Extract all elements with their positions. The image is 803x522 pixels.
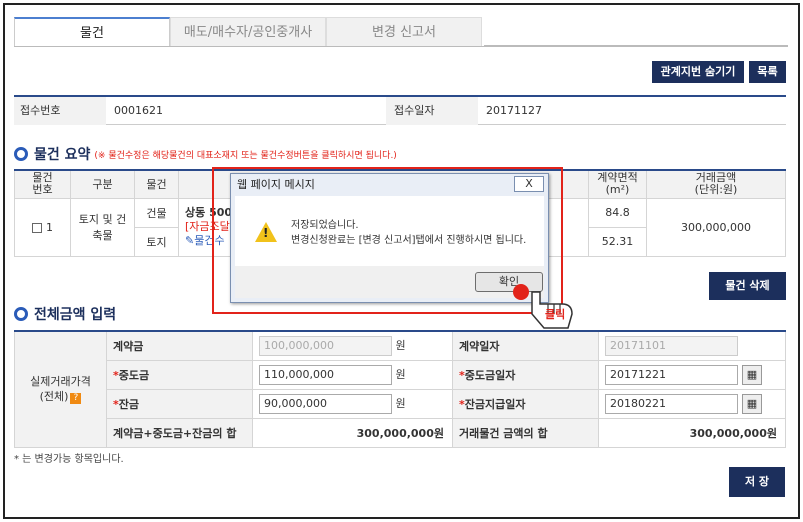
- contract-input: 100,000,000: [259, 335, 392, 356]
- middle-date-input[interactable]: 20171221: [605, 364, 738, 385]
- col-item: 물건: [134, 169, 179, 199]
- hide-related-button[interactable]: 관계지번 숨기기: [652, 61, 744, 83]
- balance-date-label: *잔금지급일자: [452, 388, 599, 419]
- total-title-text: 전체금액 입력: [34, 307, 117, 323]
- tab-underline: [484, 17, 788, 46]
- balance-label: *잔금: [106, 388, 253, 419]
- help-icon[interactable]: ?: [70, 393, 82, 405]
- balance-label-text: 잔금: [118, 397, 140, 411]
- receipt-date-value: 20171127: [486, 104, 542, 117]
- price-group-text: 실제거래가격: [30, 375, 91, 389]
- tab-divider: [14, 46, 788, 47]
- dialog-line1: 저장되었습니다.: [291, 220, 359, 231]
- col-amount-unit: (단위:원): [694, 183, 738, 197]
- total-title: 전체금액 입력: [14, 304, 116, 324]
- price-group-sub: (전체): [39, 390, 69, 404]
- dialog-line2: 변경신청완료는 [변경 신고서]탭에서 진행하시면 됩니다.: [291, 235, 527, 246]
- tab-parties[interactable]: 매도/매수자/공인중개사: [170, 17, 326, 47]
- trade-sum-label: 거래물건 금액의 합: [452, 417, 599, 448]
- contract-date-input: 20171101: [605, 335, 738, 356]
- circle-icon: [14, 307, 28, 321]
- save-button[interactable]: 저 장: [729, 467, 785, 497]
- tab-bar: 물건 매도/매수자/공인중개사 변경 신고서: [14, 17, 482, 47]
- price-group-label: 실제거래가격 (전체)?: [14, 330, 107, 448]
- contract-date-cell: 20171101: [598, 330, 786, 361]
- row-area2: 52.31: [588, 226, 647, 257]
- contract-cell: 100,000,000 원: [252, 330, 453, 361]
- footnote: * 는 변경가능 항목입니다.: [14, 454, 124, 465]
- row-building: 건물: [134, 197, 179, 228]
- won-unit: 원: [395, 338, 406, 352]
- row-checkbox[interactable]: [32, 222, 42, 233]
- middle-date-label-text: 중도금일자: [464, 368, 516, 382]
- middle-label-text: 중도금: [118, 368, 150, 382]
- summary-title: 물건 요약 (※ 물건수정은 해당물건의 대표소재지 또는 물건수정버튼을 클릭…: [14, 144, 397, 164]
- balance-date-cell: 20180221 ▦: [598, 388, 786, 419]
- receipt-date-label: 접수일자: [386, 97, 478, 125]
- col-no: 물건 번호: [14, 169, 71, 199]
- contract-label: 계약금: [106, 330, 253, 361]
- middle-date-label: *중도금일자: [452, 359, 599, 390]
- middle-cell: 110,000,000 원: [252, 359, 453, 390]
- row-kind: 토지 및 건축물: [70, 197, 135, 257]
- row-land: 토지: [134, 226, 179, 257]
- dialog-body: ! 저장되었습니다. 변경신청완료는 [변경 신고서]탭에서 진행하시면 됩니다…: [235, 196, 544, 266]
- calendar-icon[interactable]: ▦: [742, 393, 762, 414]
- middle-input[interactable]: 110,000,000: [259, 364, 392, 385]
- col-amount: 거래금액 (단위:원): [646, 169, 786, 199]
- row-no: 1: [46, 220, 53, 234]
- row-area1: 84.8: [588, 197, 647, 228]
- total-table: 실제거래가격 (전체)? 계약금 100,000,000 원 계약일자 20171…: [14, 330, 786, 448]
- row-amount: 300,000,000: [646, 197, 786, 257]
- balance-date-label-text: 잔금지급일자: [464, 397, 526, 411]
- delete-property-button[interactable]: 물건 삭제: [709, 272, 786, 300]
- contract-date-label: 계약일자: [452, 330, 599, 361]
- message-dialog: 웹 페이지 메시지 X ! 저장되었습니다. 변경신청완료는 [변경 신고서]탭…: [230, 173, 549, 303]
- balance-date-input[interactable]: 20180221: [605, 393, 738, 414]
- col-area-unit: (m²): [605, 183, 630, 197]
- balance-cell: 90,000,000 원: [252, 388, 453, 419]
- sum-value: 300,000,000원: [252, 417, 453, 448]
- middle-label: *중도금: [106, 359, 253, 390]
- tab-change-report[interactable]: 변경 신고서: [326, 17, 482, 47]
- dialog-footer: 확인: [235, 266, 544, 298]
- dialog-close-button[interactable]: X: [514, 176, 544, 192]
- dialog-message: 저장되었습니다. 변경신청완료는 [변경 신고서]탭에서 진행하시면 됩니다.: [291, 218, 526, 248]
- warning-icon: !: [255, 222, 277, 242]
- tab-property[interactable]: 물건: [14, 17, 170, 47]
- summary-title-text: 물건 요약: [34, 147, 91, 163]
- click-label: 클릭: [545, 308, 566, 321]
- dialog-title: 웹 페이지 메시지: [237, 178, 315, 191]
- col-type: 구분: [70, 169, 135, 199]
- won-unit: 원: [395, 367, 406, 381]
- circle-icon: [14, 147, 28, 161]
- trade-sum-value: 300,000,000원: [598, 417, 786, 448]
- won-unit: 원: [395, 396, 406, 410]
- col-area: 계약면적 (m²): [588, 169, 647, 199]
- summary-note: (※ 물건수정은 해당물건의 대표소재지 또는 물건수정버튼을 클릭하시면 됩니…: [94, 150, 397, 161]
- receipt-no-label: 접수번호: [14, 97, 106, 125]
- row-no-cell: 1: [14, 197, 71, 257]
- middle-date-cell: 20171221 ▦: [598, 359, 786, 390]
- list-button[interactable]: 목록: [749, 61, 786, 83]
- balance-input[interactable]: 90,000,000: [259, 393, 392, 414]
- calendar-icon[interactable]: ▦: [742, 364, 762, 385]
- receipt-no-value: 0001621: [114, 104, 163, 117]
- receipt-info: 접수번호 0001621 접수일자 20171127: [14, 95, 786, 125]
- sum-label: 계약금+중도금+잔금의 합: [106, 417, 253, 448]
